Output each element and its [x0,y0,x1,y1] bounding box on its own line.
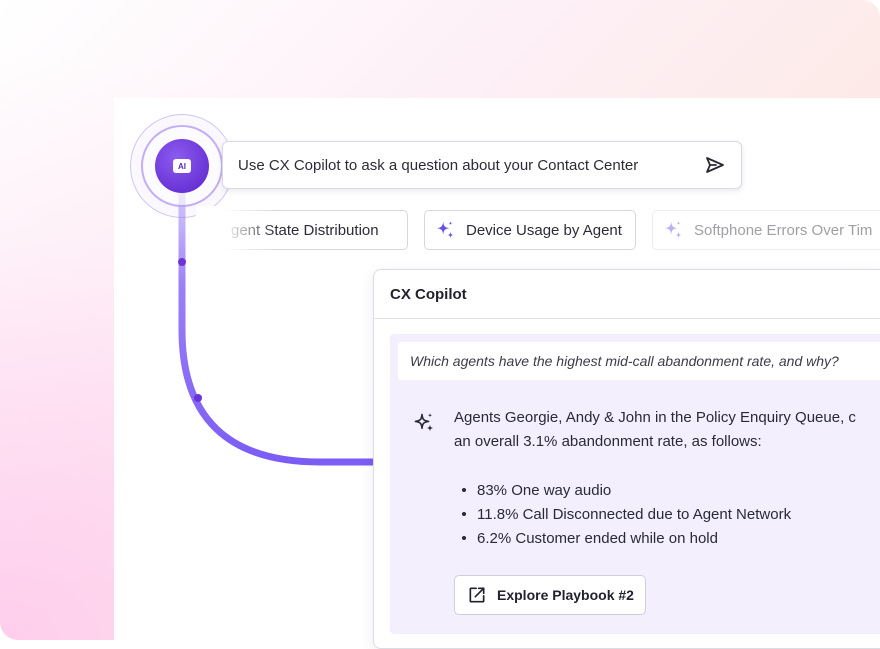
chat-thread: Which agents have the highest mid-call a… [390,334,880,634]
connector-node [178,258,186,266]
suggestion-chip-device-usage[interactable]: Device Usage by Agent [424,210,636,250]
external-link-icon [469,587,485,603]
copilot-answer: Agents Georgie, Andy & John in the Polic… [454,406,880,454]
answer-line: an overall 3.1% abandonment rate, as fol… [454,433,762,450]
ai-badge-icon: AI [173,159,191,173]
user-question: Which agents have the highest mid-call a… [398,342,880,380]
question-text: Which agents have the highest mid-call a… [410,353,839,369]
list-item: 11.8% Call Disconnected due to Agent Net… [462,502,791,526]
chip-fade-overlay [196,206,276,254]
explore-playbook-button[interactable]: Explore Playbook #2 [454,575,646,615]
copilot-card-header: CX Copilot [374,270,880,319]
send-icon[interactable] [703,153,727,177]
copilot-card: CX Copilot Which agents have the highest… [373,269,880,649]
search-placeholder: Use CX Copilot to ask a question about y… [238,156,639,174]
answer-line: Agents Georgie, Andy & John in the Polic… [454,409,856,426]
suggestion-chip-softphone-errors[interactable]: Softphone Errors Over Tim [652,210,880,250]
suggestion-label: Device Usage by Agent [466,221,622,239]
copilot-search-input[interactable]: Use CX Copilot to ask a question about y… [222,141,742,189]
sparkle-icon [664,221,682,239]
answer-bullets: 83% One way audio 11.8% Call Disconnecte… [462,478,791,550]
ai-orb-button[interactable]: AI [155,139,209,193]
sparkle-icon [436,221,454,239]
playbook-label: Explore Playbook #2 [497,587,634,603]
sparkle-icon [414,413,434,432]
connector-node [194,394,202,402]
list-item: 6.2% Customer ended while on hold [462,526,791,550]
suggestion-label: Softphone Errors Over Tim [694,221,873,239]
list-item: 83% One way audio [462,478,791,502]
copilot-title: CX Copilot [390,285,467,303]
